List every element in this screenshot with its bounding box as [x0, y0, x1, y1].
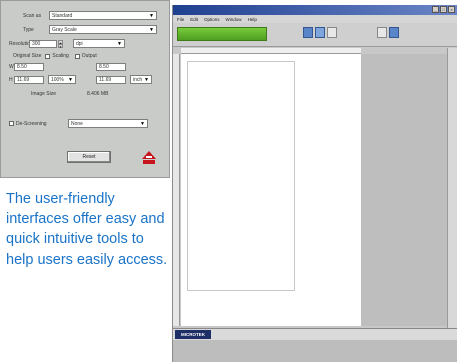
- height-row: H 11.69 100% ▼ 11.69 inch ▼: [9, 75, 152, 84]
- toolbar: [173, 23, 457, 47]
- chevron-down-icon: ▼: [117, 40, 122, 47]
- unit-dropdown[interactable]: inch ▼: [130, 75, 152, 84]
- status-bar: MICROTEK: [173, 328, 457, 340]
- scanner-logo-icon: [142, 151, 156, 164]
- de-screening-label: De-Screening: [16, 120, 47, 127]
- de-screening-dropdown[interactable]: None ▼: [68, 119, 148, 128]
- scan-as-row: Scan as Standard ▼: [23, 11, 157, 20]
- settings-icon[interactable]: [377, 27, 387, 38]
- resolution-stepper[interactable]: ▲ ▼: [58, 39, 63, 49]
- original-width-input[interactable]: 8.50: [14, 63, 44, 71]
- reset-button[interactable]: Reset: [67, 151, 111, 163]
- menu-window[interactable]: Window: [226, 17, 242, 22]
- vertical-scrollbar[interactable]: [447, 48, 457, 328]
- scan-settings-panel: Scan as Standard ▼ Type Gray Scale ▼ Res…: [0, 0, 170, 178]
- scan-as-label: Scan as: [23, 12, 42, 19]
- original-height-input[interactable]: 11.69: [14, 75, 44, 84]
- vertical-ruler: [173, 54, 180, 326]
- image-size-row: Image Size 8.406 MB: [31, 91, 108, 97]
- type-dropdown[interactable]: Gray Scale ▼: [49, 25, 157, 34]
- feature-caption: The user-friendly interfaces offer easy …: [6, 191, 168, 268]
- chevron-down-icon: ▼: [140, 120, 145, 127]
- width-row: W 8.50 8.50: [9, 63, 126, 71]
- de-screening-checkbox[interactable]: [9, 121, 14, 126]
- resolution-unit-value: dpi: [76, 40, 83, 47]
- scaling-value: 100%: [51, 76, 64, 83]
- menu-edit[interactable]: Edit: [190, 17, 198, 22]
- menu-bar: File Edit Options Window Help: [173, 15, 457, 23]
- brand-logo: MICROTEK: [175, 330, 211, 339]
- frame-icon[interactable]: [327, 27, 337, 38]
- adjust-icon[interactable]: [389, 27, 399, 38]
- chevron-down-icon: ▼: [68, 76, 73, 83]
- scanner-app-window: _ □ × File Edit Options Window Help MICR…: [172, 5, 457, 362]
- menu-file[interactable]: File: [177, 17, 184, 22]
- resolution-input[interactable]: 300: [29, 39, 57, 48]
- scaling-checkbox[interactable]: [45, 53, 51, 59]
- chevron-down-icon: ▼: [149, 12, 154, 19]
- resolution-label: Resolution: [9, 40, 33, 47]
- scan-button[interactable]: [177, 27, 267, 41]
- minimize-icon[interactable]: _: [432, 6, 439, 13]
- title-bar: _ □ ×: [173, 5, 457, 15]
- close-icon[interactable]: ×: [448, 6, 455, 13]
- resolution-row: Resolution 300 ▲ ▼ dpi ▼: [9, 39, 125, 49]
- bottom-panel: [173, 340, 457, 362]
- maximize-icon[interactable]: □: [440, 6, 447, 13]
- scan-frame[interactable]: [187, 61, 295, 291]
- unit-value: inch: [133, 76, 143, 83]
- type-row: Type Gray Scale ▼: [23, 25, 157, 34]
- menu-help[interactable]: Help: [248, 17, 257, 22]
- scan-as-dropdown[interactable]: Standard ▼: [49, 11, 157, 20]
- output-height-input[interactable]: 11.69: [96, 75, 126, 84]
- zoom-icon[interactable]: [315, 27, 325, 38]
- original-size-label: Original Size: [13, 53, 42, 59]
- type-value: Gray Scale: [52, 26, 77, 33]
- de-screening-row: De-Screening None ▼: [9, 119, 148, 128]
- size-header-row: Original Size Scaling Output: [13, 53, 97, 59]
- scan-as-value: Standard: [52, 12, 73, 19]
- preview-icon[interactable]: [303, 27, 313, 38]
- menu-options[interactable]: Options: [204, 17, 220, 22]
- resolution-unit-dropdown[interactable]: dpi ▼: [73, 39, 125, 48]
- image-size-label: Image Size: [31, 91, 57, 97]
- image-size-value: 8.406 MB: [87, 91, 109, 97]
- output-checkbox[interactable]: [74, 53, 80, 59]
- chevron-down-icon: ▼: [144, 76, 149, 83]
- de-screening-value: None: [71, 120, 83, 127]
- chevron-down-icon: ▼: [149, 26, 154, 33]
- scaling-dropdown[interactable]: 100% ▼: [48, 75, 76, 84]
- window-controls: _ □ ×: [432, 6, 455, 13]
- output-label: Output: [81, 53, 97, 59]
- output-width-input[interactable]: 8.50: [96, 63, 126, 71]
- scaling-label: Scaling: [52, 53, 69, 59]
- type-label: Type: [23, 26, 34, 33]
